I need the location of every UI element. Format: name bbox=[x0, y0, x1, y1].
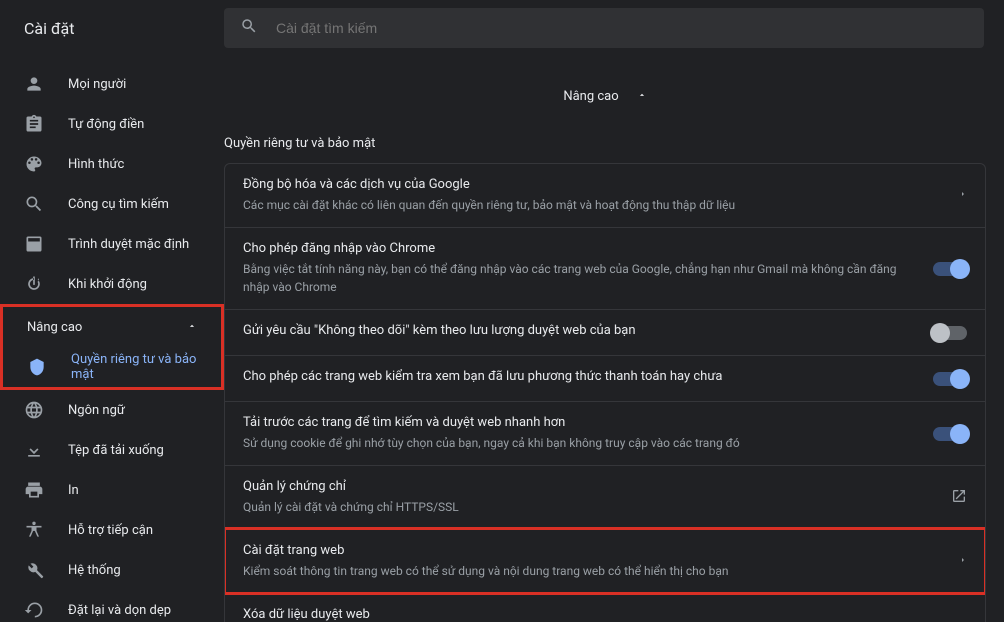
settings-row[interactable]: Cho phép đăng nhập vào Chrome Bằng việc t… bbox=[225, 227, 985, 309]
person-icon bbox=[24, 74, 44, 94]
settings-card: Đồng bộ hóa và các dịch vụ của Google Các… bbox=[224, 163, 986, 622]
row-title: Xóa dữ liệu duyệt web bbox=[243, 607, 915, 622]
settings-row[interactable]: Đồng bộ hóa và các dịch vụ của Google Các… bbox=[225, 164, 985, 227]
sidebar-item-label: Trình duyệt mặc định bbox=[68, 237, 189, 252]
sidebar-item-on-startup[interactable]: Khi khởi động bbox=[0, 264, 224, 304]
sidebar-item-label: Hỗ trợ tiếp cận bbox=[68, 523, 153, 538]
row-title: Cho phép đăng nhập vào Chrome bbox=[243, 241, 915, 256]
sidebar-item-privacy[interactable]: Quyền riêng tư và bảo mật bbox=[3, 347, 221, 387]
shield-icon bbox=[27, 357, 47, 377]
sidebar-item-printing[interactable]: In bbox=[0, 470, 224, 510]
open-external-icon bbox=[951, 488, 967, 508]
search-icon bbox=[24, 194, 44, 214]
window-icon bbox=[24, 234, 44, 254]
row-subtitle: Các mục cài đặt khác có liên quan đến qu… bbox=[243, 196, 915, 214]
main-content: Nâng cao Quyền riêng tư và bảo mật Đồng … bbox=[224, 56, 1004, 622]
sidebar-item-label: Tự động điền bbox=[68, 117, 144, 132]
row-title: Cho phép các trang web kiểm tra xem bạn … bbox=[243, 369, 915, 384]
sidebar-item-people[interactable]: Mọi người bbox=[0, 64, 224, 104]
sidebar-advanced-toggle[interactable]: Nâng cao bbox=[3, 307, 221, 347]
clipboard-icon bbox=[24, 114, 44, 134]
sidebar-item-accessibility[interactable]: Hỗ trợ tiếp cận bbox=[0, 510, 224, 550]
settings-row[interactable]: Cài đặt trang web Kiểm soát thông tin tra… bbox=[225, 529, 985, 593]
search-input[interactable] bbox=[276, 20, 968, 36]
chevron-up-icon bbox=[187, 320, 197, 335]
row-title: Tải trước các trang để tìm kiếm và duyệt… bbox=[243, 415, 915, 430]
advanced-header[interactable]: Nâng cao bbox=[224, 68, 986, 124]
advanced-label: Nâng cao bbox=[563, 89, 618, 104]
sidebar: Mọi người Tự động điền Hình thức Công cụ… bbox=[0, 56, 224, 622]
sidebar-item-languages[interactable]: Ngôn ngữ bbox=[0, 390, 224, 430]
settings-row[interactable]: Gửi yêu cầu "Không theo dõi" kèm theo lư… bbox=[225, 309, 985, 355]
sidebar-item-search-engine[interactable]: Công cụ tìm kiếm bbox=[0, 184, 224, 224]
section-title: Quyền riêng tư và bảo mật bbox=[224, 136, 986, 151]
settings-row[interactable]: Tải trước các trang để tìm kiếm và duyệt… bbox=[225, 401, 985, 465]
settings-row[interactable]: Xóa dữ liệu duyệt webXóa lịch sử, cookie… bbox=[225, 593, 985, 622]
sidebar-item-system[interactable]: Hệ thống bbox=[0, 550, 224, 590]
row-title: Gửi yêu cầu "Không theo dõi" kèm theo lư… bbox=[243, 323, 915, 338]
toggle-switch[interactable] bbox=[933, 262, 967, 276]
sidebar-item-reset[interactable]: Đặt lại và dọn dẹp bbox=[0, 590, 224, 622]
sidebar-item-label: Quyền riêng tư và bảo mật bbox=[71, 352, 197, 382]
power-icon bbox=[24, 274, 44, 294]
sidebar-item-autofill[interactable]: Tự động điền bbox=[0, 104, 224, 144]
settings-row[interactable]: Quản lý chứng chỉ Quản lý cài đặt và chứn… bbox=[225, 465, 985, 529]
toggle-switch[interactable] bbox=[933, 326, 967, 340]
sidebar-item-label: Mọi người bbox=[68, 77, 126, 92]
row-title: Cài đặt trang web bbox=[243, 543, 915, 558]
toggle-switch[interactable] bbox=[933, 372, 967, 386]
accessibility-icon bbox=[24, 520, 44, 540]
sidebar-item-downloads[interactable]: Tệp đã tải xuống bbox=[0, 430, 224, 470]
chevron-up-icon bbox=[637, 89, 647, 104]
sidebar-item-label: Công cụ tìm kiếm bbox=[68, 197, 169, 212]
sidebar-advanced-label: Nâng cao bbox=[27, 320, 82, 335]
chevron-right-icon bbox=[959, 618, 967, 622]
row-subtitle: Sử dụng cookie để ghi nhớ tùy chọn của b… bbox=[243, 434, 915, 452]
search-box[interactable] bbox=[224, 8, 984, 48]
row-title: Đồng bộ hóa và các dịch vụ của Google bbox=[243, 177, 915, 192]
toggle-switch[interactable] bbox=[933, 427, 967, 441]
row-subtitle: Kiểm soát thông tin trang web có thể sử … bbox=[243, 562, 915, 580]
sidebar-item-label: Hệ thống bbox=[68, 563, 121, 578]
sidebar-item-label: Tệp đã tải xuống bbox=[68, 443, 164, 458]
row-subtitle: Quản lý cài đặt và chứng chỉ HTTPS/SSL bbox=[243, 498, 915, 516]
globe-icon bbox=[24, 400, 44, 420]
palette-icon bbox=[24, 154, 44, 174]
row-title: Quản lý chứng chỉ bbox=[243, 479, 915, 494]
row-subtitle: Bằng việc tắt tính năng này, bạn có thể … bbox=[243, 260, 915, 296]
sidebar-item-label: Khi khởi động bbox=[68, 277, 147, 292]
chevron-right-icon bbox=[959, 188, 967, 204]
page-title: Cài đặt bbox=[0, 19, 224, 38]
sidebar-item-label: Hình thức bbox=[68, 157, 124, 172]
restore-icon bbox=[24, 600, 44, 620]
sidebar-item-label: Ngôn ngữ bbox=[68, 403, 125, 418]
print-icon bbox=[24, 480, 44, 500]
sidebar-item-appearance[interactable]: Hình thức bbox=[0, 144, 224, 184]
settings-row[interactable]: Cho phép các trang web kiểm tra xem bạn … bbox=[225, 355, 985, 401]
sidebar-item-default-browser[interactable]: Trình duyệt mặc định bbox=[0, 224, 224, 264]
chevron-right-icon bbox=[959, 554, 967, 570]
search-icon bbox=[240, 17, 276, 39]
sidebar-item-label: In bbox=[68, 483, 79, 498]
download-icon bbox=[24, 440, 44, 460]
wrench-icon bbox=[24, 560, 44, 580]
sidebar-item-label: Đặt lại và dọn dẹp bbox=[68, 603, 171, 618]
